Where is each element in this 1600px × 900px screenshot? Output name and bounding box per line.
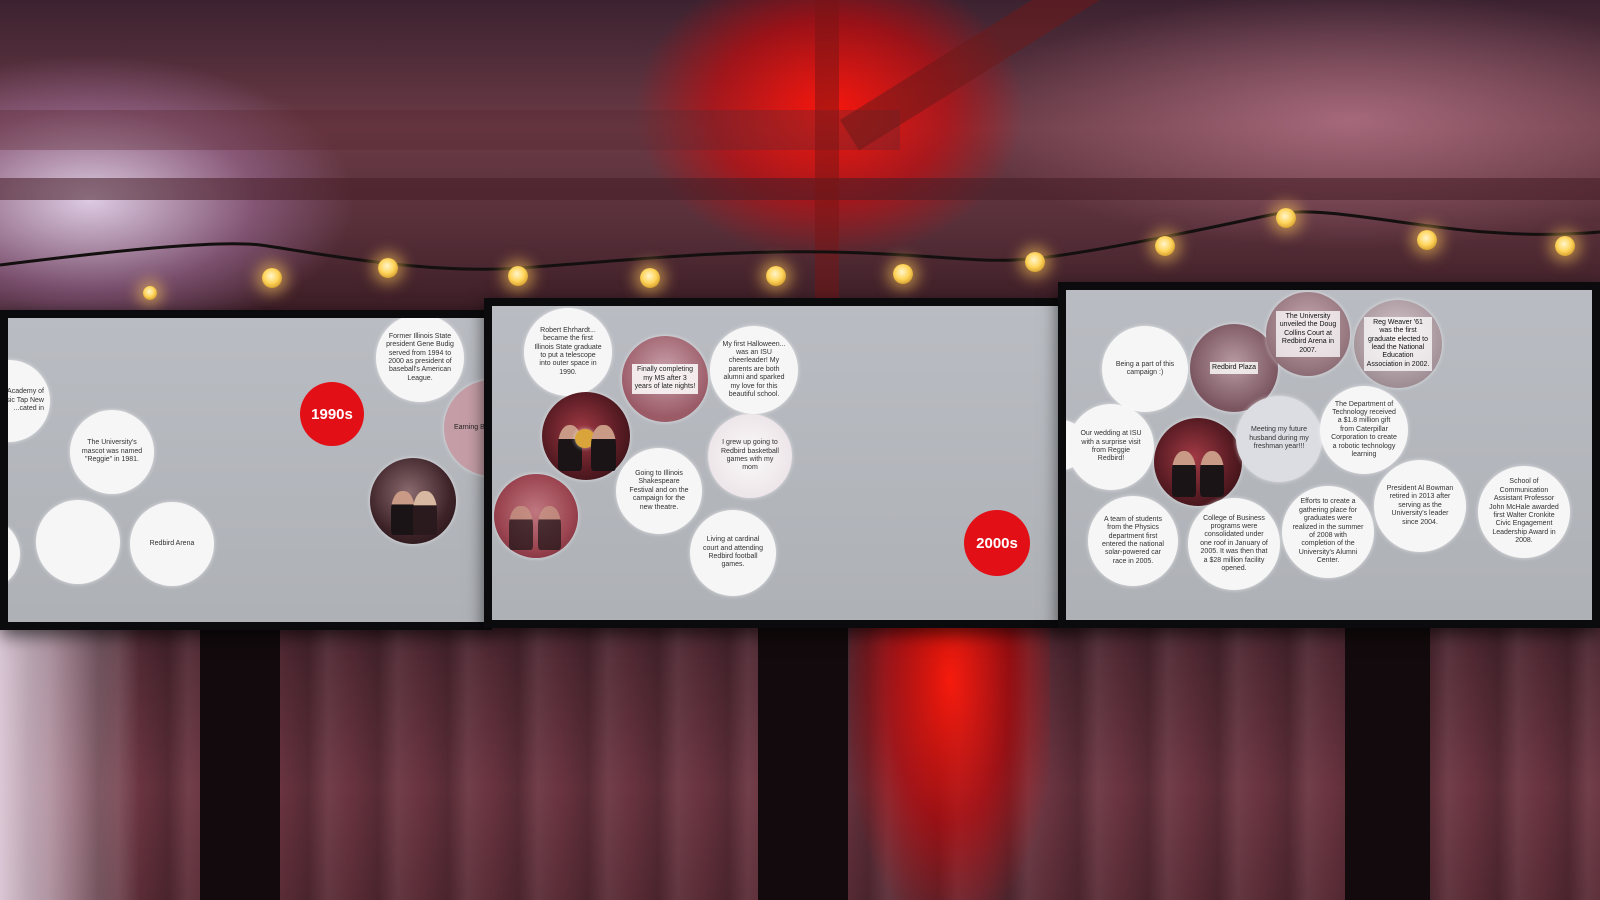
bubble-text: The Department of Technology received a … <box>1331 400 1397 458</box>
light-bulb <box>1025 252 1045 272</box>
curtain-light-left <box>0 620 140 900</box>
bubble-text: School of Communication Assistant Profes… <box>1489 478 1559 545</box>
person-silhouette <box>537 505 562 550</box>
light-bulb <box>262 268 282 288</box>
bubble-text: Living at cardinal court and attending R… <box>703 536 763 569</box>
timeline-bubble[interactable]: President Al Bowman retired in 2013 afte… <box>1374 460 1466 552</box>
timeline-bubble[interactable]: Living at cardinal court and attending R… <box>690 510 776 596</box>
person-silhouette <box>1171 451 1197 498</box>
bubble-text: Reg Weaver '61 was the first graduate el… <box>1364 316 1432 372</box>
timeline-panel-middle: Robert Ehrhardt... became the first Illi… <box>492 306 1060 620</box>
display-screen-middle: Robert Ehrhardt... became the first Illi… <box>484 298 1068 628</box>
decade-marker[interactable]: 1990s <box>300 382 364 446</box>
support-post <box>758 620 848 900</box>
light-bulb <box>1417 230 1437 250</box>
timeline-bubble[interactable]: Robert Ehrhardt... became the first Illi… <box>524 308 612 396</box>
display-screen-left: gave "N Academy of Music Tap New ...cate… <box>0 310 492 630</box>
timeline-bubble[interactable]: Efforts to create a gathering place for … <box>1282 486 1374 578</box>
bubble-text: Finally completing my MS after 3 years o… <box>632 364 698 394</box>
person-silhouette <box>390 490 415 536</box>
bubble-text: Being a part of this campaign :) <box>1115 360 1175 376</box>
timeline-bubble[interactable]: Redbird Arena <box>130 502 214 586</box>
timeline-bubble[interactable]: Finally completing my MS after 3 years o… <box>622 336 708 422</box>
photo-bubble[interactable] <box>370 458 456 544</box>
timeline-bubble[interactable] <box>8 518 20 590</box>
timeline-bubble[interactable]: Our wedding at ISU with a surprise visit… <box>1068 404 1154 490</box>
person-silhouette <box>1199 451 1225 498</box>
bubble-text: Going to Illinois Shakespeare Festival a… <box>629 470 689 511</box>
timeline-bubble[interactable]: gave "N Academy of Music Tap New ...cate… <box>8 360 50 442</box>
light-bulb <box>1155 236 1175 256</box>
timeline-panel-right: Being a part of this campaign :) Redbird… <box>1066 290 1592 620</box>
decade-label: 1990s <box>311 405 353 423</box>
bubble-text: President Al Bowman retired in 2013 afte… <box>1386 485 1454 526</box>
light-bulb <box>1555 236 1575 256</box>
timeline-bubble[interactable]: College of Business programs were consol… <box>1188 498 1280 590</box>
light-bulb <box>893 264 913 284</box>
person-silhouette <box>591 425 616 472</box>
string-light-wire <box>0 210 1600 271</box>
photo-bubble[interactable] <box>1154 418 1242 506</box>
bubble-text: My first Halloween... was an ISU cheerle… <box>722 340 786 398</box>
support-post <box>200 620 280 900</box>
timeline-bubble[interactable]: The Department of Technology received a … <box>1320 386 1408 474</box>
timeline-bubble[interactable]: Reg Weaver '61 was the first graduate el… <box>1354 300 1442 388</box>
light-bulb <box>766 266 786 286</box>
bubble-text: Redbird Arena <box>149 539 195 547</box>
light-bulb <box>1276 208 1296 228</box>
bubble-text: Earning BS, MS <box>454 423 484 431</box>
bubble-text: gave "N Academy of Music Tap New ...cate… <box>8 388 44 413</box>
bubble-text: Efforts to create a gathering place for … <box>1292 498 1364 565</box>
person-silhouette <box>413 490 438 536</box>
bubble-text: The University unveiled the Doug Collins… <box>1276 311 1340 357</box>
photo-bubble[interactable] <box>494 474 578 558</box>
bubble-text: I grew up going to Redbird basketball ga… <box>721 439 779 472</box>
timeline-bubble[interactable]: A team of students from the Physics depa… <box>1088 496 1178 586</box>
timeline-bubble[interactable] <box>36 500 120 584</box>
timeline-bubble[interactable]: Being a part of this campaign :) <box>1102 326 1188 412</box>
photo-bubble[interactable] <box>542 392 630 480</box>
timeline-bubble[interactable]: School of Communication Assistant Profes… <box>1478 466 1570 558</box>
bubble-text: Redbird Plaza <box>1210 361 1258 375</box>
timeline-panel-left: gave "N Academy of Music Tap New ...cate… <box>8 318 484 622</box>
timeline-bubble[interactable]: Earning BS, MS <box>444 380 484 476</box>
timeline-bubble[interactable]: The University unveiled the Doug Collins… <box>1266 292 1350 376</box>
timeline-bubble[interactable]: The University's mascot was named "Reggi… <box>70 410 154 494</box>
bubble-text: College of Business programs were consol… <box>1200 514 1268 572</box>
bubble-text: The University's mascot was named "Reggi… <box>81 439 143 464</box>
event-room-scene: gave "N Academy of Music Tap New ...cate… <box>0 0 1600 900</box>
decade-marker[interactable]: 2000s <box>964 510 1030 576</box>
timeline-bubble[interactable]: Going to Illinois Shakespeare Festival a… <box>616 448 702 534</box>
light-bulb <box>640 268 660 288</box>
light-bulb <box>508 266 528 286</box>
person-silhouette <box>509 505 533 550</box>
curtain-light-red <box>850 620 1050 900</box>
display-screen-right: Being a part of this campaign :) Redbird… <box>1058 282 1600 628</box>
bubble-text: Former Illinois State president Gene Bud… <box>386 332 454 382</box>
timeline-bubble[interactable]: I grew up going to Redbird basketball ga… <box>708 414 792 498</box>
timeline-bubble[interactable]: My first Halloween... was an ISU cheerle… <box>710 326 798 414</box>
decade-label: 2000s <box>976 534 1018 552</box>
light-bulb <box>143 286 157 300</box>
bubble-text: A team of students from the Physics depa… <box>1102 515 1164 565</box>
timeline-bubble[interactable]: Former Illinois State president Gene Bud… <box>376 318 464 402</box>
light-bulb <box>378 258 398 278</box>
timeline-bubble[interactable]: Meeting my future husband during my fres… <box>1236 396 1322 482</box>
bubble-text: Our wedding at ISU with a surprise visit… <box>1080 430 1142 463</box>
bubble-text: Robert Ehrhardt... became the first Illi… <box>534 326 602 376</box>
bubble-text: Meeting my future husband during my fres… <box>1249 426 1309 451</box>
support-post <box>1345 620 1430 900</box>
